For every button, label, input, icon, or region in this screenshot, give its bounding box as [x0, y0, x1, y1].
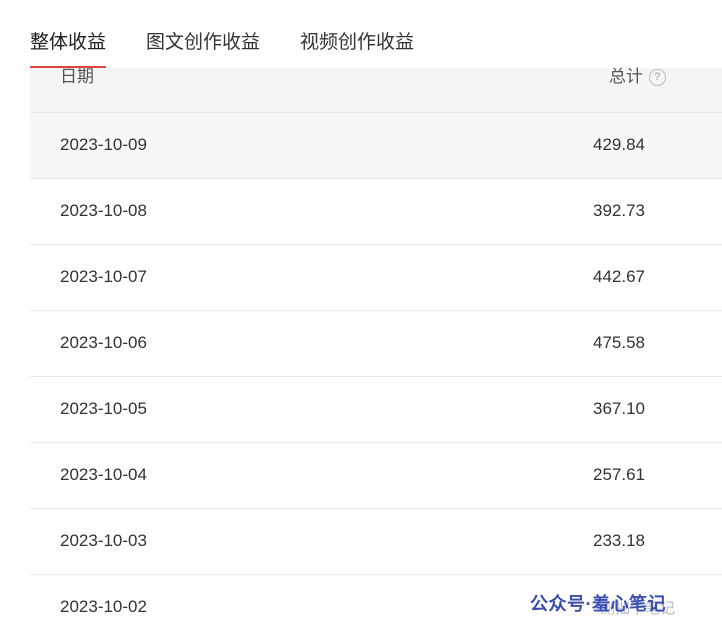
table-row: 2023-10-04 257.61 — [30, 443, 722, 509]
question-circle-icon[interactable]: ? — [649, 68, 666, 86]
tab-video-earnings[interactable]: 视频创作收益 — [300, 28, 414, 58]
row-total: 233.18 — [593, 531, 645, 550]
row-date: 2023-10-07 — [60, 267, 147, 286]
row-date: 2023-10-08 — [60, 201, 147, 220]
row-date: 2023-10-02 — [60, 597, 147, 616]
row-date: 2023-10-06 — [60, 333, 147, 352]
row-date: 2023-10-05 — [60, 399, 147, 418]
row-total: 429.84 — [593, 135, 645, 154]
table-row: 2023-10-06 475.58 — [30, 311, 722, 377]
watermark: 公众号·羞心笔记 — [530, 594, 666, 614]
table-row: 2023-10-05 367.10 — [30, 377, 722, 443]
table-row: 2023-10-09 429.84 — [30, 113, 722, 179]
tab-overall-earnings[interactable]: 整体收益 — [30, 28, 107, 69]
column-header-date: 日期 — [60, 67, 94, 86]
table-row: 2023-10-07 442.67 — [30, 245, 722, 311]
row-total: 257.61 — [593, 465, 645, 484]
earnings-tabs: 整体收益 图文创作收益 视频创作收益 — [30, 28, 454, 70]
row-date: 2023-10-03 — [60, 531, 147, 550]
column-header-total: 总计 ? — [609, 66, 666, 88]
earnings-page: 整体收益 图文创作收益 视频创作收益 日期 总计 ? 2023-10-09 42… — [0, 0, 722, 638]
table-row: 2023-10-08 392.73 — [30, 179, 722, 245]
column-header-total-label: 总计 — [609, 67, 643, 86]
row-total: 475.58 — [593, 333, 645, 352]
row-date: 2023-10-04 — [60, 465, 147, 484]
row-total: 442.67 — [593, 267, 645, 286]
earnings-table: 日期 总计 ? 2023-10-09 429.84 2023-10-08 392… — [30, 66, 722, 638]
row-total: 367.10 — [593, 399, 645, 418]
row-total: 392.73 — [593, 201, 645, 220]
table-row: 2023-10-03 233.18 — [30, 509, 722, 575]
tab-article-earnings[interactable]: 图文创作收益 — [146, 28, 260, 58]
table-header: 日期 总计 ? — [30, 66, 722, 113]
row-date: 2023-10-09 — [60, 135, 147, 154]
